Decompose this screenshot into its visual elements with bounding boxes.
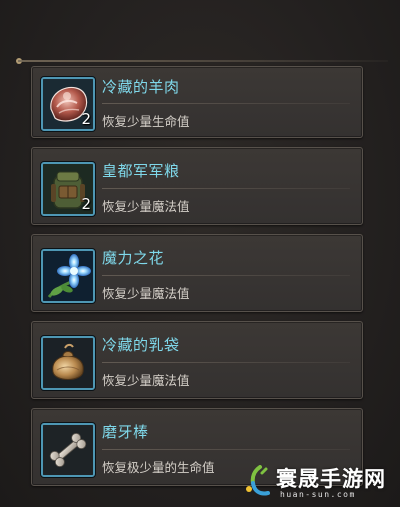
list-top-divider — [18, 60, 388, 62]
item-divider — [102, 188, 350, 189]
list-item-army-ration[interactable]: 2 皇都军军粮 恢复少量魔法值 — [31, 147, 363, 225]
item-name: 冷藏的乳袋 — [102, 336, 180, 354]
item-divider — [102, 103, 350, 104]
frozen-mutton-icon[interactable]: 2 — [41, 77, 95, 131]
watermark-title: 寰晟手游网 — [276, 467, 386, 491]
list-item-magic-flower[interactable]: 魔力之花 恢复少量魔法值 — [31, 234, 363, 312]
army-ration-bag-icon[interactable]: 2 — [41, 162, 95, 216]
milk-bag-icon[interactable] — [41, 336, 95, 390]
site-watermark: 寰晟手游网 huan-sun.com — [244, 463, 394, 503]
item-description: 恢复少量魔法值 — [102, 199, 190, 214]
item-description: 恢复少量魔法值 — [102, 286, 190, 301]
list-item-milk-bag[interactable]: 冷藏的乳袋 恢复少量魔法值 — [31, 321, 363, 399]
inventory-item-list: 2 冷藏的羊肉 恢复少量生命值 2 皇都军军粮 恢复少量魔法值 魔力之花 恢复少… — [31, 66, 363, 495]
item-description: 恢复少量魔法值 — [102, 373, 190, 388]
item-quantity: 2 — [81, 195, 91, 213]
item-name: 皇都军军粮 — [102, 162, 180, 180]
watermark-subtitle: huan-sun.com — [280, 490, 356, 499]
list-item-frozen-mutton[interactable]: 2 冷藏的羊肉 恢复少量生命值 — [31, 66, 363, 138]
item-name: 魔力之花 — [102, 249, 165, 267]
item-name: 冷藏的羊肉 — [102, 78, 180, 96]
item-divider — [102, 362, 350, 363]
item-divider — [102, 449, 350, 450]
item-divider — [102, 275, 350, 276]
watermark-logo-icon — [246, 465, 270, 496]
item-quantity: 2 — [81, 110, 91, 128]
teething-bone-icon[interactable] — [41, 423, 95, 477]
item-description: 恢复少量生命值 — [102, 114, 190, 129]
magic-flower-icon[interactable] — [41, 249, 95, 303]
item-name: 磨牙棒 — [102, 423, 149, 441]
item-description: 恢复极少量的生命值 — [102, 460, 215, 475]
